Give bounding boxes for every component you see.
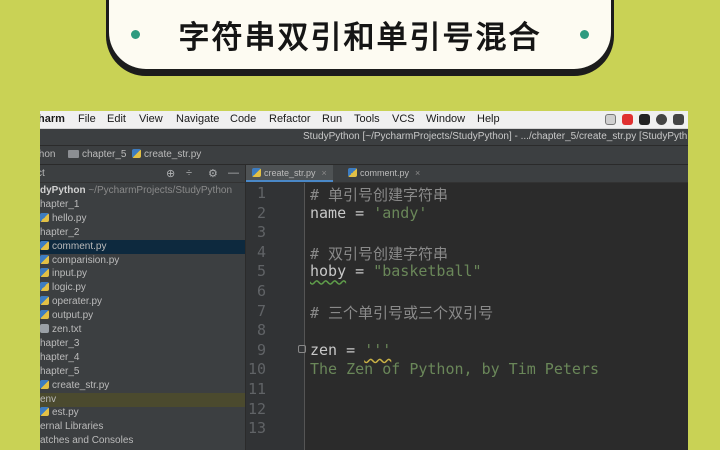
code-line: hoby = "basketball": [310, 262, 482, 281]
line-number: 3: [256, 223, 266, 242]
tree-item[interactable]: ernal Libraries: [40, 420, 245, 434]
tree-item[interactable]: dyPython ~/PycharmProjects/StudyPython: [40, 184, 245, 198]
tree-item[interactable]: comparision.py: [40, 254, 245, 268]
breadcrumb-file[interactable]: create_str.py: [132, 149, 201, 160]
menu-file[interactable]: File: [78, 113, 96, 125]
python-file-icon: [40, 310, 49, 320]
menu-bar: harm File Edit View Navigate Code Refact…: [40, 111, 688, 129]
banner-title: 字符串双引和单引号混合: [178, 20, 542, 56]
tree-item[interactable]: operater.py: [40, 295, 245, 309]
tree-item[interactable]: est.py: [40, 406, 245, 420]
line-number: 10: [247, 360, 266, 379]
tree-item[interactable]: hapter_1: [40, 198, 245, 212]
project-panel: ct ⊕ ÷ ⚙ — dyPython ~/PycharmProjects/St…: [40, 165, 246, 450]
title-banner: 字符串双引和单引号混合: [106, 0, 614, 72]
close-icon[interactable]: ×: [415, 168, 420, 178]
collapse-icon[interactable]: ÷: [186, 167, 192, 179]
line-number: 9: [256, 340, 266, 359]
line-number: 6: [256, 282, 266, 300]
line-number: 12: [247, 399, 266, 418]
code-line: The Zen of Python, by Tim Peters: [310, 360, 599, 379]
breadcrumb: thon chapter_5 create_str.py: [40, 146, 688, 165]
menu-view[interactable]: View: [139, 113, 163, 125]
python-file-icon: [252, 168, 261, 177]
project-label: ct: [40, 168, 45, 179]
breadcrumb-chapter[interactable]: chapter_5: [68, 149, 126, 160]
tree-item[interactable]: hapter_3: [40, 337, 245, 351]
python-file-icon: [40, 282, 49, 292]
tree-item[interactable]: comment.py: [40, 239, 245, 254]
window-title: StudyPython [~/PycharmProjects/StudyPyth…: [303, 131, 688, 142]
code-editor[interactable]: # 单引号创建字符串 name = 'andy' # 双引号创建字符串 hoby = …: [310, 183, 688, 450]
editor-tabs: create_str.py × comment.py ×: [246, 165, 688, 183]
python-file-icon: [40, 407, 49, 417]
tray-record-icon[interactable]: [622, 114, 633, 125]
python-file-icon: [40, 268, 49, 278]
tree-item[interactable]: hello.py: [40, 212, 245, 226]
code-line: # 双引号创建字符串: [310, 244, 449, 263]
banner-dot-left: [131, 30, 140, 39]
line-number: 5: [256, 262, 266, 281]
line-number: 7: [256, 301, 266, 320]
tree-item[interactable]: input.py: [40, 267, 245, 281]
tree-item[interactable]: hapter_5: [40, 365, 245, 379]
menu-edit[interactable]: Edit: [107, 113, 126, 125]
ide-window: harm File Edit View Navigate Code Refact…: [40, 111, 688, 450]
tray-app-icon[interactable]: [673, 114, 684, 125]
python-file-icon: [132, 149, 141, 158]
line-gutter: 1 2 3 4 5 6 7 8 9 10 11 12 13: [246, 183, 306, 450]
fold-marker-icon[interactable]: [298, 345, 306, 353]
code-line: # 三个单引号或三个双引号: [310, 303, 494, 322]
folder-icon: [68, 150, 79, 158]
gear-icon[interactable]: ⚙: [208, 167, 218, 180]
python-file-icon: [40, 296, 49, 306]
line-number: 1: [256, 184, 266, 202]
menu-code[interactable]: Code: [230, 113, 256, 125]
menu-refactor[interactable]: Refactor: [269, 113, 311, 125]
tray-penguin-icon[interactable]: [639, 114, 650, 125]
tree-item[interactable]: zen.txt: [40, 323, 245, 337]
python-file-icon: [40, 240, 49, 250]
tree-item[interactable]: env: [40, 392, 245, 407]
python-file-icon: [348, 168, 357, 177]
tray-chat-icon[interactable]: [605, 114, 616, 125]
code-line: name = 'andy': [310, 203, 428, 222]
tree-item[interactable]: hapter_2: [40, 226, 245, 240]
menu-tools[interactable]: Tools: [354, 113, 380, 125]
python-file-icon: [40, 379, 49, 389]
tree-item[interactable]: atches and Consoles: [40, 434, 245, 448]
window-title-bar: StudyPython [~/PycharmProjects/StudyPyth…: [40, 129, 688, 145]
menu-navigate[interactable]: Navigate: [176, 113, 219, 125]
banner-dot-right: [580, 30, 589, 39]
breadcrumb-project[interactable]: thon: [40, 149, 55, 160]
tab-create-str[interactable]: create_str.py ×: [246, 165, 333, 182]
hide-icon[interactable]: —: [228, 167, 239, 179]
tab-comment[interactable]: comment.py ×: [342, 165, 426, 182]
tree-item[interactable]: logic.py: [40, 281, 245, 295]
line-number: 2: [256, 203, 266, 222]
line-number: 11: [247, 380, 266, 398]
menu-help[interactable]: Help: [477, 113, 500, 125]
menu-window[interactable]: Window: [426, 113, 465, 125]
close-icon[interactable]: ×: [322, 168, 327, 178]
tree-item[interactable]: hapter_4: [40, 351, 245, 365]
python-file-icon: [40, 212, 49, 222]
project-toolbar: ct ⊕ ÷ ⚙ —: [40, 165, 245, 183]
line-number: 13: [247, 419, 266, 438]
tree-item[interactable]: create_str.py: [40, 379, 245, 393]
python-file-icon: [40, 254, 49, 264]
code-line: zen = ''': [310, 340, 392, 359]
code-line: # 单引号创建字符串: [310, 186, 449, 204]
tray-status-icon[interactable]: [656, 114, 667, 125]
text-file-icon: [40, 324, 49, 333]
app-menu[interactable]: harm: [40, 113, 65, 125]
menu-vcs[interactable]: VCS: [392, 113, 415, 125]
locate-icon[interactable]: ⊕: [166, 167, 175, 180]
menu-run[interactable]: Run: [322, 113, 342, 125]
tree-item[interactable]: output.py: [40, 309, 245, 323]
line-number: 8: [256, 321, 266, 340]
line-number: 4: [256, 242, 266, 261]
